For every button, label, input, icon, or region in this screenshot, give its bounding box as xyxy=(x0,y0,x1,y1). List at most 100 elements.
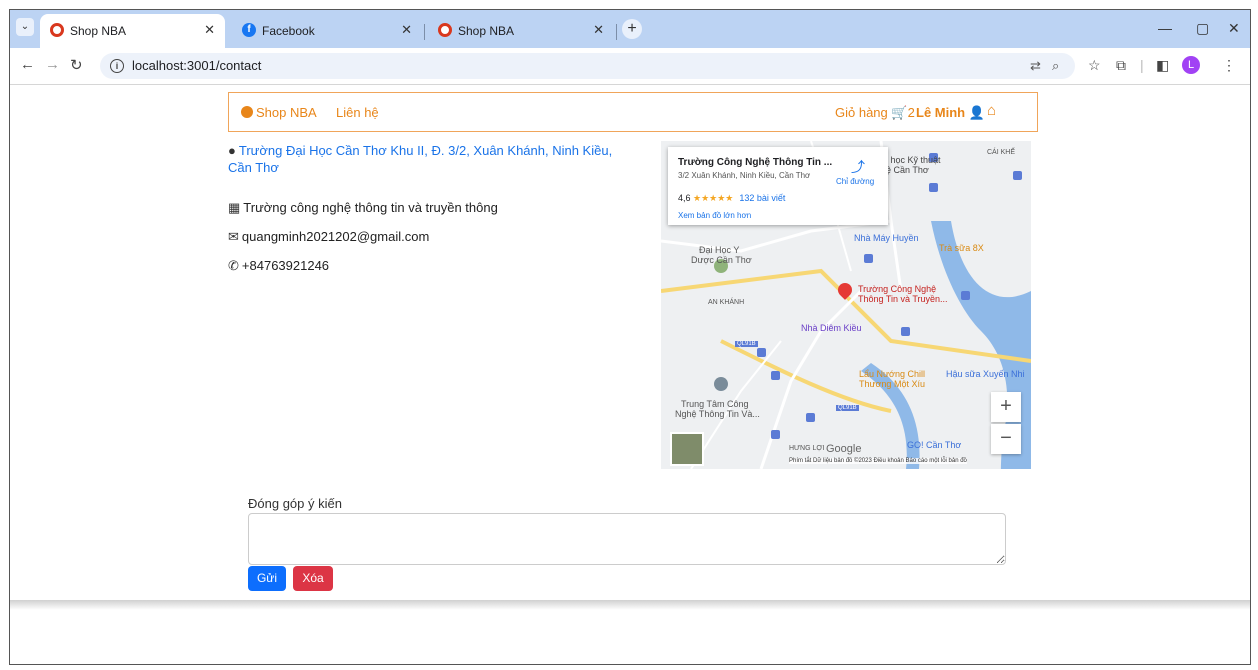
place-title: Trường Công Nghệ Thông Tin ... xyxy=(678,157,833,168)
shop-favicon-icon xyxy=(50,23,64,37)
address-line[interactable]: ● Trường Đại Học Cần Thơ Khu II, Đ. 3/2, … xyxy=(228,142,628,176)
tab-facebook[interactable]: f Facebook ✕ xyxy=(232,14,422,48)
delete-button[interactable]: Xóa xyxy=(293,566,333,591)
brand-link[interactable]: Shop NBA xyxy=(241,105,317,120)
phone-icon: ✆ xyxy=(228,258,239,273)
google-map[interactable]: i học Kỹ thuật ệ Cần Thơ CÁI KHẾ Nhà Máy… xyxy=(661,141,1031,469)
map-label: Trung Tâm Công xyxy=(681,399,749,409)
map-poi-icon xyxy=(1013,171,1022,180)
map-poi-icon xyxy=(864,254,873,263)
reload-icon[interactable]: ↻ xyxy=(70,56,83,74)
new-tab-icon[interactable]: + xyxy=(622,19,642,39)
envelope-icon: ✉ xyxy=(228,229,239,244)
tab-title: Facebook xyxy=(262,24,315,38)
cart-count: 2 xyxy=(907,105,915,120)
map-label: QL91B xyxy=(735,341,758,347)
map-poi-icon xyxy=(806,413,815,422)
map-poi-icon xyxy=(757,348,766,357)
close-tab-icon[interactable]: ✕ xyxy=(401,22,412,38)
phone-line: ✆ +84763921246 xyxy=(228,258,329,274)
facebook-favicon-icon: f xyxy=(242,23,256,37)
site-navbar: Shop NBA Liên hệ Giỏ hàng 🛒2 Lê Minh 👤 ⌂ xyxy=(228,92,1038,132)
user-link[interactable]: Lê Minh 👤 xyxy=(916,105,985,121)
map-label: Dược Cần Thơ xyxy=(691,255,752,265)
map-label: QL91B xyxy=(836,405,859,411)
building-icon: ▦ xyxy=(228,200,241,215)
map-poi-icon xyxy=(771,430,780,439)
directions-link[interactable]: Chỉ đường xyxy=(836,177,874,186)
tab-shop-nba-2[interactable]: Shop NBA ✕ xyxy=(428,14,614,48)
side-panel-icon[interactable]: ◧ xyxy=(1156,57,1169,74)
map-footer[interactable]: Phím tắt Dữ liệu bản đồ ©2023 Điều khoản… xyxy=(789,458,967,464)
tab-title: Shop NBA xyxy=(70,24,127,38)
basketball-icon xyxy=(241,106,253,118)
map-label: i học Kỹ thuật xyxy=(886,155,941,165)
tab-search-icon[interactable]: ⌄ xyxy=(16,18,34,36)
tab-strip: ⌄ Shop NBA ✕ f Facebook ✕ Shop NBA ✕ + —… xyxy=(10,10,1250,48)
minimize-icon[interactable]: — xyxy=(1158,20,1172,36)
map-label: CÁI KHẾ xyxy=(987,149,1016,156)
tab-shop-nba[interactable]: Shop NBA ✕ xyxy=(40,14,225,48)
place-rating: 4,6 ★★★★★ 132 bài viết xyxy=(678,193,785,204)
phone-text: +84763921246 xyxy=(241,258,330,273)
contact-link[interactable]: Liên hệ xyxy=(336,105,379,120)
cart-label: Giỏ hàng xyxy=(835,105,888,120)
user-icon: 👤 xyxy=(968,105,985,120)
map-label: Trà sữa 8X xyxy=(939,243,984,253)
directions-icon[interactable]: ⤴ xyxy=(851,157,865,177)
map-label: Trường Công Nghệ xyxy=(858,284,937,294)
url-text[interactable]: localhost:3001/contact xyxy=(132,58,261,73)
school-text: Trường công nghệ thông tin và truyền thô… xyxy=(243,200,498,215)
reviews-link[interactable]: 132 bài viết xyxy=(739,193,785,203)
send-button[interactable]: Gửi xyxy=(248,566,286,591)
home-icon[interactable]: ⌂ xyxy=(987,102,996,119)
bookmark-star-icon[interactable]: ☆ xyxy=(1088,57,1101,74)
map-label: ệ Cần Thơ xyxy=(886,165,929,175)
satellite-toggle[interactable] xyxy=(670,432,704,466)
zoom-in-button[interactable]: + xyxy=(991,392,1021,422)
email-text: quangminh2021202@gmail.com xyxy=(241,229,430,244)
rating-value: 4,6 xyxy=(678,193,691,203)
restore-icon[interactable]: ▢ xyxy=(1196,20,1209,37)
map-label: AN KHÁNH xyxy=(708,299,745,306)
menu-kebab-icon[interactable]: ⋮ xyxy=(1222,57,1236,74)
map-label: Thương Một Xíu xyxy=(859,379,925,389)
feedback-textarea[interactable] xyxy=(248,513,1006,565)
place-address: 3/2 Xuân Khánh, Ninh Kiều, Cần Thơ xyxy=(678,171,811,180)
map-label: Thông Tin và Truyền... xyxy=(858,294,948,304)
feedback-label: Đóng góp ý kiến xyxy=(248,496,342,511)
place-info-card: Trường Công Nghệ Thông Tin ... 3/2 Xuân … xyxy=(668,147,888,225)
extensions-icon[interactable]: ⧉ xyxy=(1116,57,1126,74)
profile-avatar[interactable]: L xyxy=(1182,56,1200,74)
close-tab-icon[interactable]: ✕ xyxy=(593,22,604,38)
tab-separator xyxy=(424,24,425,40)
page-bottom-shadow xyxy=(10,600,1250,610)
site-info-icon[interactable]: i xyxy=(110,59,124,73)
zoom-out-button[interactable]: − xyxy=(991,424,1021,454)
close-tab-icon[interactable]: ✕ xyxy=(204,22,215,38)
zoom-icon[interactable]: ⌕ xyxy=(1052,58,1059,74)
view-larger-map-link[interactable]: Xem bản đồ lớn hơn xyxy=(678,211,751,220)
back-icon[interactable]: ← xyxy=(20,56,35,73)
map-label: Nhà Diêm Kiều xyxy=(801,323,862,333)
user-name: Lê Minh xyxy=(916,105,966,120)
map-label: Đại Học Y xyxy=(699,245,740,255)
map-label: Nhà Máy Huyền xyxy=(854,233,919,243)
map-poi-icon xyxy=(961,291,970,300)
map-label: Nghệ Thông Tin Và... xyxy=(675,409,760,419)
forward-icon[interactable]: → xyxy=(45,56,60,73)
map-label: GO! Cần Thơ xyxy=(907,440,962,450)
toolbar-divider: | xyxy=(1140,57,1144,73)
map-marker-icon: ● xyxy=(228,143,236,158)
address-text: Trường Đại Học Cần Thơ Khu II, Đ. 3/2, X… xyxy=(228,143,613,175)
address-bar[interactable]: i localhost:3001/contact ⇄ ⌕ xyxy=(100,53,1075,79)
cart-link[interactable]: Giỏ hàng 🛒2 xyxy=(835,105,915,121)
translate-icon[interactable]: ⇄ xyxy=(1030,58,1041,74)
close-window-icon[interactable]: ✕ xyxy=(1228,20,1240,37)
school-line: ▦ Trường công nghệ thông tin và truyền th… xyxy=(228,200,498,216)
shop-favicon-icon xyxy=(438,23,452,37)
map-label: Hậu sữa Xuyến Nhi xyxy=(946,369,1025,379)
cart-icon: 🛒 xyxy=(891,105,908,120)
tab-title: Shop NBA xyxy=(458,24,515,38)
google-logo: Google xyxy=(826,443,862,455)
